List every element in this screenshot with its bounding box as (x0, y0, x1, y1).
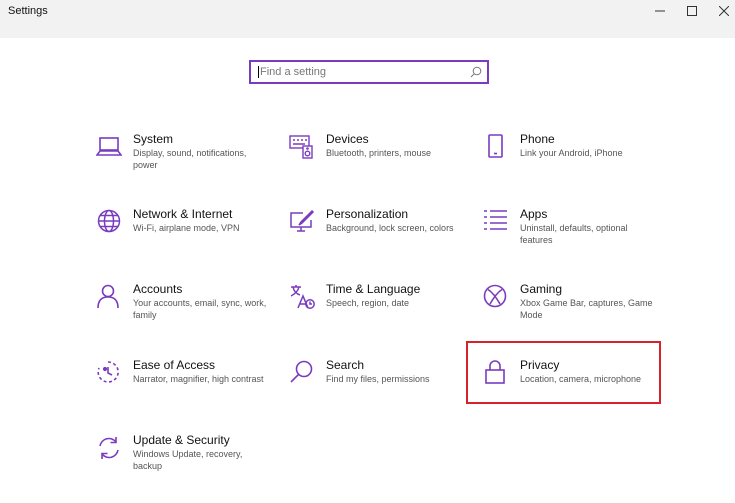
person-icon (96, 284, 122, 310)
tile-name: Personalization (326, 207, 409, 221)
search-icon (470, 66, 482, 78)
tile-description: Background, lock screen, colors (326, 223, 454, 233)
search-icon (289, 360, 315, 386)
tile-name: Search (326, 358, 365, 372)
tile-personalization[interactable]: Personalization Background, lock screen,… (289, 207, 479, 277)
minimize-icon (655, 10, 665, 12)
tile-search[interactable]: Search Find my files, permissions (289, 358, 479, 428)
window-title: Settings (8, 5, 48, 17)
text-cursor (258, 66, 259, 78)
tile-description: Windows Update, recovery, backup (133, 449, 243, 471)
tile-description: Your accounts, email, sync, work, family (133, 298, 267, 320)
tile-description: Display, sound, notifications, power (133, 148, 247, 170)
ease-of-access-icon (96, 360, 122, 386)
tile-name: Phone (520, 132, 555, 146)
tile-name: Update & Security (133, 433, 230, 447)
privacy-highlight-box (466, 341, 661, 404)
tile-description: Find my files, permissions (326, 374, 430, 384)
tile-description: Wi-Fi, airplane mode, VPN (133, 223, 240, 233)
title-bar: Settings (0, 0, 735, 38)
tile-description: Bluetooth, printers, mouse (326, 148, 432, 158)
maximize-icon (687, 6, 697, 16)
phone-icon (483, 134, 509, 160)
xbox-icon (483, 284, 509, 310)
tile-description: Narrator, magnifier, high contrast (133, 374, 264, 384)
keyboard-speaker-icon (289, 134, 315, 160)
tile-name: Gaming (520, 282, 563, 296)
tile-description: Uninstall, defaults, optional features (520, 223, 628, 245)
search-input[interactable]: Find a setting (249, 60, 489, 84)
tile-update-security[interactable]: Update & Security Windows Update, recove… (96, 433, 286, 503)
tile-apps[interactable]: Apps Uninstall, defaults, optional featu… (483, 207, 673, 277)
time-language-icon (289, 284, 315, 310)
tile-devices[interactable]: Devices Bluetooth, printers, mouse (289, 132, 479, 202)
tile-network[interactable]: Network & Internet Wi-Fi, airplane mode,… (96, 207, 286, 277)
tile-name: Devices (326, 132, 369, 146)
tile-accounts[interactable]: Accounts Your accounts, email, sync, wor… (96, 282, 286, 352)
minimize-button[interactable] (643, 0, 677, 22)
tile-description: Xbox Game Bar, captures, Game Mode (520, 298, 653, 320)
tile-system[interactable]: System Display, sound, notifications, po… (95, 132, 286, 202)
tile-name: Ease of Access (133, 358, 216, 372)
tile-name: Time & Language (326, 282, 421, 296)
tile-description: Link your Android, iPhone (520, 148, 623, 158)
tile-description: Speech, region, date (326, 298, 410, 308)
tile-name: Network & Internet (133, 207, 233, 221)
globe-icon (96, 209, 122, 235)
laptop-icon (95, 134, 123, 160)
tile-ease-of-access[interactable]: Ease of Access Narrator, magnifier, high… (96, 358, 286, 428)
tile-time-language[interactable]: Time & Language Speech, region, date (289, 282, 479, 352)
maximize-button[interactable] (675, 0, 709, 22)
paint-monitor-icon (289, 209, 315, 235)
tile-phone[interactable]: Phone Link your Android, iPhone (483, 132, 673, 202)
search-placeholder: Find a setting (260, 66, 327, 78)
tile-name: Apps (520, 207, 548, 221)
apps-list-icon (483, 209, 509, 235)
close-button[interactable] (707, 0, 735, 22)
tile-name: Accounts (133, 282, 183, 296)
refresh-icon (96, 435, 122, 461)
close-icon (719, 6, 729, 16)
tile-name: System (133, 132, 174, 146)
